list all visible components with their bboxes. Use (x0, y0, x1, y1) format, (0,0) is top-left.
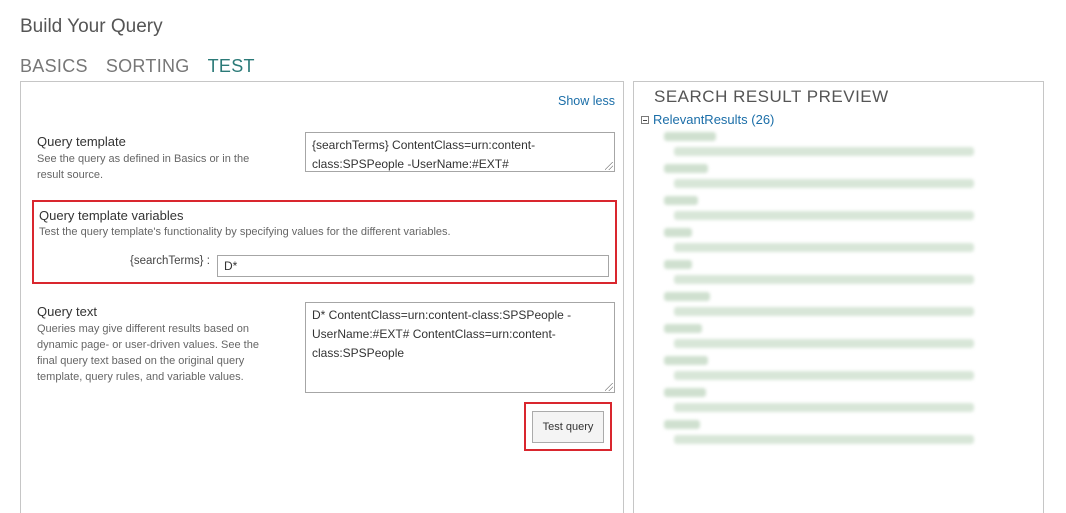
blurred-result-detail (674, 243, 974, 252)
blurred-result-name (664, 388, 706, 397)
blurred-result-name (664, 292, 710, 301)
blurred-result-detail (674, 339, 974, 348)
blurred-result-detail (674, 435, 974, 444)
test-query-highlight: Test query (524, 402, 612, 451)
tab-basics[interactable]: BASICS (20, 56, 88, 77)
query-text-description: Queries may give different results based… (37, 323, 259, 383)
blurred-result-detail (674, 147, 974, 156)
page-title: Build Your Query (20, 16, 163, 37)
query-template-variables-description: Test the query template's functionality … (39, 226, 451, 238)
relevant-results-node[interactable]: RelevantResults (26) (641, 112, 774, 127)
query-text-section: Query text Queries may give different re… (37, 304, 277, 385)
blurred-result-name (664, 420, 700, 429)
blurred-result-name (664, 356, 708, 365)
query-template-label: Query template (37, 134, 126, 149)
query-text-line-1: D* ContentClass=urn:content-class:SPSPeo… (312, 308, 572, 322)
blurred-result-name (664, 324, 702, 333)
query-text-textarea[interactable]: D* ContentClass=urn:content-class:SPSPeo… (305, 302, 615, 393)
resize-grip-icon[interactable] (605, 162, 613, 170)
blurred-result-name (664, 164, 708, 173)
blurred-result-detail (674, 275, 974, 284)
query-template-line-1: {searchTerms} ContentClass=urn:content- (312, 138, 536, 152)
test-panel: Show less Query template See the query a… (20, 81, 624, 513)
tab-test[interactable]: TEST (208, 56, 255, 77)
search-terms-variable-label: {searchTerms} : (130, 255, 210, 267)
query-text-label: Query text (37, 304, 97, 319)
blurred-result-detail (674, 403, 974, 412)
query-text-line-2: UserName:#EXT# ContentClass=urn:content- (312, 327, 556, 341)
blurred-result-name (664, 132, 716, 141)
blurred-result-name (664, 260, 692, 269)
relevant-results-label[interactable]: RelevantResults (26) (653, 112, 774, 127)
query-template-section: Query template See the query as defined … (37, 134, 277, 183)
preview-title: SEARCH RESULT PREVIEW (654, 87, 889, 106)
tab-bar: BASICS SORTING TEST (20, 56, 255, 77)
show-less-link[interactable]: Show less (558, 94, 615, 108)
resize-grip-icon[interactable] (605, 383, 613, 391)
blurred-result-name (664, 228, 692, 237)
query-template-variables-section: Query template variables Test the query … (32, 200, 617, 284)
query-builder-page: Build Your Query BASICS SORTING TEST Sho… (0, 0, 1066, 513)
blurred-result-detail (674, 307, 974, 316)
query-template-textarea[interactable]: {searchTerms} ContentClass=urn:content- … (305, 132, 615, 172)
blurred-result-detail (674, 211, 974, 220)
blurred-result-detail (674, 371, 974, 380)
blurred-result-name (664, 196, 698, 205)
blurred-result-detail (674, 179, 974, 188)
query-template-line-2: class:SPSPeople -UserName:#EXT# (312, 157, 509, 171)
collapse-icon[interactable] (641, 115, 649, 124)
search-terms-input[interactable]: D* (217, 255, 609, 277)
tab-sorting[interactable]: SORTING (106, 56, 190, 77)
query-text-line-3: class:SPSPeople (312, 346, 405, 360)
query-template-description: See the query as defined in Basics or in… (37, 153, 250, 181)
search-result-preview-panel: SEARCH RESULT PREVIEW RelevantResults (2… (633, 81, 1044, 513)
query-template-variables-label: Query template variables (39, 208, 184, 223)
test-query-button[interactable]: Test query (532, 411, 604, 443)
